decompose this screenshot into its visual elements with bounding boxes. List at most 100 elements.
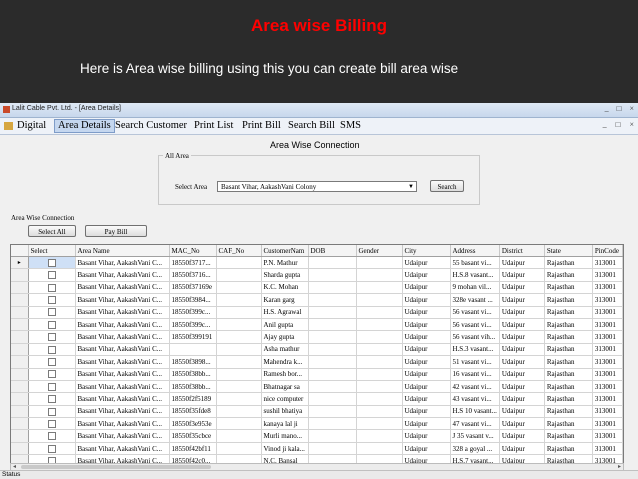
table-row[interactable]: Basant Vihar, AakashVani C... 18550f35fde… [11,405,623,419]
table-cell[interactable]: Basant Vihar, AakashVani C... [75,256,170,270]
table-cell[interactable] [216,429,262,443]
table-cell[interactable] [216,392,262,406]
table-cell[interactable]: Rajasthan [544,368,593,381]
select-cell[interactable] [28,368,76,381]
table-cell[interactable]: 18550f3984... [169,293,217,307]
select-cell[interactable] [28,429,76,443]
table-cell[interactable]: 313001 [592,392,623,406]
table-cell[interactable]: Udaipur [499,392,545,406]
select-all-button[interactable]: Select All [28,225,76,237]
select-cell[interactable] [28,281,76,295]
table-cell[interactable]: sushil bhatiya [261,405,309,419]
table-cell[interactable]: Rajasthan [544,281,593,295]
row-header[interactable] [11,368,29,381]
row-header[interactable] [11,330,29,344]
row-header[interactable] [11,355,29,369]
table-cell[interactable]: Basant Vihar, AakashVani C... [75,330,170,344]
table-cell[interactable]: Ramesh bor... [261,368,309,381]
table-cell[interactable]: 56 vasant vih... [450,330,500,344]
table-row[interactable]: Basant Vihar, AakashVani C... 18550f3e953… [11,417,623,431]
table-cell[interactable]: Mahendra k... [261,355,309,369]
table-cell[interactable]: Udaipur [499,281,545,295]
table-cell[interactable] [308,380,357,394]
table-cell[interactable]: Basant Vihar, AakashVani C... [75,343,170,357]
table-cell[interactable] [216,417,262,431]
row-header[interactable] [11,281,29,295]
table-cell[interactable]: Udaipur [499,442,545,456]
table-cell[interactable]: Udaipur [402,256,451,270]
table-cell[interactable]: Rajasthan [544,392,593,406]
select-cell[interactable] [28,293,76,307]
table-cell[interactable] [308,417,357,431]
maximize-button[interactable]: □ [617,104,622,113]
table-cell[interactable] [308,281,357,295]
row-checkbox[interactable] [47,370,56,379]
table-cell[interactable]: Udaipur [402,318,451,332]
table-row[interactable]: Basant Vihar, AakashVani C... Asha mathur… [11,343,623,357]
table-cell[interactable] [216,343,262,357]
table-cell[interactable] [356,268,403,282]
table-row[interactable]: Basant Vihar, AakashVani C... 18550f3898.… [11,355,623,369]
table-cell[interactable]: Rajasthan [544,380,593,394]
table-cell[interactable]: Udaipur [499,405,545,419]
table-cell[interactable]: 313001 [592,330,623,344]
table-cell[interactable]: Udaipur [499,293,545,307]
table-cell[interactable] [216,268,262,282]
table-cell[interactable]: 313001 [592,442,623,456]
table-cell[interactable] [356,380,403,394]
table-cell[interactable]: Rajasthan [544,343,593,357]
table-cell[interactable] [216,281,262,295]
table-cell[interactable] [356,429,403,443]
table-cell[interactable]: Rajasthan [544,355,593,369]
row-header[interactable] [11,268,29,282]
table-cell[interactable] [216,380,262,394]
table-cell[interactable]: K.C. Mohan [261,281,309,295]
table-cell[interactable] [308,256,357,270]
table-cell[interactable]: Rajasthan [544,306,593,319]
table-cell[interactable]: Udaipur [402,417,451,431]
column-header[interactable]: City [402,245,451,257]
table-cell[interactable]: 18550f399191 [169,330,217,344]
table-cell[interactable] [356,281,403,295]
table-cell[interactable]: 18550f3717... [169,256,217,270]
table-cell[interactable]: 18550f3716... [169,268,217,282]
table-cell[interactable]: Basant Vihar, AakashVani C... [75,355,170,369]
table-cell[interactable]: 313001 [592,417,623,431]
table-cell[interactable]: H.S. Agrawal [261,306,309,319]
row-header[interactable] [11,343,29,357]
row-header[interactable] [11,293,29,307]
column-header[interactable]: Select [28,245,76,257]
table-cell[interactable]: Basant Vihar, AakashVani C... [75,429,170,443]
select-cell[interactable] [28,268,76,282]
table-cell[interactable] [216,256,262,270]
table-cell[interactable]: Udaipur [499,368,545,381]
table-cell[interactable] [216,293,262,307]
table-cell[interactable]: 313001 [592,343,623,357]
table-cell[interactable]: Basant Vihar, AakashVani C... [75,293,170,307]
table-cell[interactable] [308,343,357,357]
table-row[interactable]: Basant Vihar, AakashVani C... 18550f35cbc… [11,429,623,443]
table-cell[interactable] [308,405,357,419]
row-checkbox[interactable] [47,296,56,305]
table-cell[interactable] [216,405,262,419]
menu-search-bill[interactable]: Search Bill [285,120,338,132]
table-cell[interactable]: 18550f35fde8 [169,405,217,419]
table-cell[interactable] [308,268,357,282]
table-cell[interactable]: 18550f35cbce [169,429,217,443]
table-row[interactable]: Basant Vihar, AakashVani C... 18550f37169… [11,281,623,295]
table-cell[interactable]: 328 a goyal ... [450,442,500,456]
table-cell[interactable]: 313001 [592,355,623,369]
column-header[interactable]: PinCode [592,245,623,257]
table-cell[interactable] [308,318,357,332]
table-cell[interactable]: Udaipur [499,343,545,357]
select-cell[interactable] [28,256,76,270]
table-cell[interactable]: Udaipur [499,256,545,270]
mdi-restore-button[interactable]: □ [616,120,621,129]
table-cell[interactable]: Rajasthan [544,417,593,431]
row-header[interactable] [11,442,29,456]
table-cell[interactable]: 313001 [592,293,623,307]
table-cell[interactable] [308,306,357,319]
menu-sms[interactable]: SMS [337,120,364,132]
table-row[interactable]: Basant Vihar, AakashVani C... 18550f38bb.… [11,368,623,381]
table-cell[interactable]: Rajasthan [544,330,593,344]
